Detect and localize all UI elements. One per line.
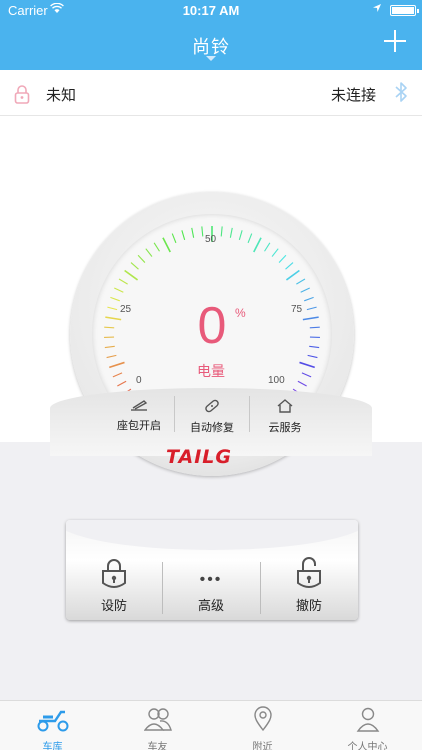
- gauge-tick: [201, 226, 204, 237]
- person-icon: [315, 706, 420, 737]
- action-label: 自动修复: [190, 422, 234, 434]
- device-info-row: 未知 未连接: [0, 70, 422, 116]
- gauge-tick: [117, 380, 127, 387]
- home-icon: [248, 398, 322, 417]
- location-icon: [210, 706, 315, 737]
- connection-status-text: 未连接: [330, 87, 376, 104]
- seat-icon: [102, 398, 176, 415]
- gauge-tick: [296, 278, 306, 285]
- gauge-tick: [304, 296, 314, 302]
- gauge-tick: [107, 306, 118, 311]
- chevron-down-icon[interactable]: [206, 56, 216, 61]
- gauge-tick: [124, 269, 139, 281]
- lock-icon: [14, 84, 30, 109]
- status-bar: Carrier 10:17 AM: [0, 0, 422, 20]
- gauge-tick: [247, 233, 253, 244]
- friends-icon: [105, 706, 210, 737]
- gauge-tick: [278, 254, 287, 263]
- more-icon: •••: [199, 571, 223, 588]
- scale-label-75: 75: [291, 304, 303, 315]
- tab-garage[interactable]: 车库: [0, 702, 105, 750]
- gauge-tick: [300, 287, 310, 293]
- gauge-tick: [104, 326, 115, 329]
- gauge-tick: [309, 326, 320, 329]
- gauge-tick: [229, 227, 233, 238]
- scooter-icon: [0, 706, 105, 737]
- disarm-label: 撤防: [295, 598, 322, 613]
- lock-open-icon: [295, 555, 323, 596]
- gauge-tick: [162, 237, 171, 253]
- add-icon[interactable]: [382, 28, 408, 54]
- bluetooth-icon[interactable]: [394, 81, 408, 108]
- gauge-tick: [297, 380, 307, 387]
- cloud-service-button[interactable]: 云服务: [248, 396, 322, 436]
- gauge-tick: [130, 262, 139, 270]
- gauge-tick: [105, 316, 122, 321]
- scale-label-25: 25: [120, 304, 132, 315]
- advanced-button[interactable]: ••• 高级: [163, 555, 259, 615]
- auto-repair-button[interactable]: 自动修复: [175, 396, 249, 436]
- gauge-tick: [307, 354, 318, 359]
- action-label: 云服务: [268, 422, 302, 434]
- gauge-tick: [110, 296, 120, 302]
- battery-label: 电量: [197, 363, 225, 379]
- lock-closed-icon: [100, 557, 128, 596]
- gauge-tick: [171, 233, 177, 244]
- gauge-tick: [253, 237, 262, 253]
- lock-status-text: 未知: [46, 87, 77, 104]
- gauge-tick: [238, 230, 243, 241]
- gauge-tick: [137, 254, 146, 263]
- gauge-tick: [153, 242, 160, 252]
- tab-label: 车友: [147, 742, 168, 750]
- gauge-tick: [302, 316, 319, 321]
- gauge-tick: [145, 248, 153, 257]
- tab-label: 个人中心: [347, 742, 388, 750]
- advanced-label: 高级: [197, 598, 224, 613]
- action-label: 座包开启: [117, 420, 161, 432]
- arm-button[interactable]: 设防: [66, 555, 162, 615]
- tab-profile[interactable]: 个人中心: [315, 702, 420, 750]
- gauge-tick: [271, 248, 279, 257]
- gauge-tick: [220, 226, 223, 237]
- tab-nearby[interactable]: 附近: [210, 702, 315, 750]
- battery-icon: [390, 5, 419, 16]
- clock: 10:17 AM: [182, 3, 240, 18]
- disarm-button[interactable]: 撤防: [261, 555, 357, 615]
- gauge-tick: [118, 278, 128, 285]
- gauge-tick: [104, 345, 115, 349]
- app-header: Carrier 10:17 AM 尚铃: [0, 0, 422, 70]
- bandage-icon: [175, 398, 249, 417]
- gauge-tick: [264, 242, 271, 252]
- gauge-tick: [306, 306, 317, 311]
- tab-label: 车库: [42, 742, 63, 750]
- gauge-tick: [309, 345, 320, 349]
- gauge-tick: [285, 269, 300, 281]
- location-arrow-icon: [372, 3, 382, 16]
- gauge-tick: [191, 227, 195, 238]
- brand-logo: TAILG: [166, 446, 232, 468]
- gauge-tick: [285, 262, 294, 270]
- gauge-tick: [114, 287, 124, 293]
- tab-label: 附近: [252, 742, 273, 750]
- gauge-tick: [106, 354, 117, 359]
- tab-friends[interactable]: 车友: [105, 702, 210, 750]
- percent-sign: %: [235, 306, 246, 320]
- seat-open-button[interactable]: 座包开启: [102, 396, 176, 436]
- scale-label-50: 50: [205, 234, 217, 245]
- gauge-tick: [181, 230, 186, 241]
- arm-label: 设防: [100, 598, 127, 613]
- battery-percent-value: 0: [197, 297, 227, 355]
